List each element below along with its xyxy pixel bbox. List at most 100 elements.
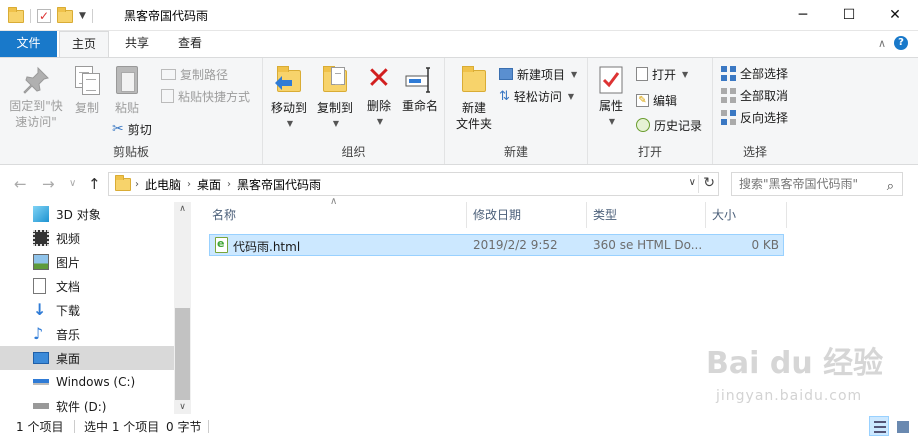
maximize-button[interactable]: ☐ — [826, 0, 872, 30]
breadcrumb-separator-icon[interactable]: › — [187, 179, 191, 190]
clipboard-group: 固定到"快 速访问" 复制 粘贴 复制路径 粘贴快捷方式 ✂ 剪切 剪贴板 — [0, 58, 263, 164]
customize-qat-dropdown-icon[interactable]: ▼ — [79, 11, 86, 21]
rename-button[interactable]: 重命名 — [399, 64, 441, 114]
invert-selection-button[interactable]: 反向选择 — [721, 107, 788, 127]
copy-label: 复制 — [74, 101, 99, 115]
properties-check-icon[interactable]: ✓ — [37, 9, 51, 23]
organize-group-label: 组织 — [341, 145, 366, 159]
title-bar: ✓ ▼ 黑客帝国代码雨 ─ ☐ ✕ — [0, 0, 918, 31]
nav-item-label: 3D 对象 — [56, 207, 101, 222]
copy-path-label: 复制路径 — [180, 67, 229, 82]
tab-share[interactable]: 共享 — [113, 31, 161, 57]
delete-button[interactable]: ✕ 删除 ▼ — [361, 64, 397, 130]
delete-dropdown-icon: ▼ — [376, 117, 384, 126]
new-item-dropdown-icon: ▼ — [571, 69, 578, 79]
select-all-label: 全部选择 — [740, 66, 789, 81]
paste-shortcut-icon — [161, 89, 174, 103]
pin-label-2: 速访问" — [15, 115, 57, 129]
paste-shortcut-button[interactable]: 粘贴快捷方式 — [161, 86, 250, 106]
breadcrumb-this-pc[interactable]: 此电脑 — [145, 176, 181, 193]
new-folder-icon — [458, 64, 490, 98]
scrollbar-thumb[interactable] — [175, 308, 190, 400]
nav-item-label: 视频 — [56, 231, 81, 246]
qat-divider — [30, 9, 31, 23]
nav-item-videos[interactable]: 视频 — [0, 226, 174, 250]
search-box[interactable]: ⌕ — [731, 172, 903, 196]
invert-selection-label: 反向选择 — [740, 110, 789, 125]
tab-file[interactable]: 文件 — [0, 31, 57, 57]
cut-button[interactable]: ✂ 剪切 — [112, 119, 152, 139]
address-row: ← → ∨ ↑ › 此电脑 › 桌面 › 黑客帝国代码雨 ∨ ↻ ⌕ — [0, 166, 918, 202]
move-to-icon — [273, 64, 305, 98]
nav-item-downloads[interactable]: ↓ 下载 — [0, 298, 174, 322]
new-item-button[interactable]: 新建项目 ▼ — [499, 64, 577, 84]
column-type[interactable]: 类型 — [587, 202, 706, 228]
rename-icon — [404, 64, 436, 96]
open-button[interactable]: 打开 ▼ — [636, 64, 688, 84]
up-arrow-icon[interactable]: ↑ — [88, 175, 101, 193]
ribbon: 固定到"快 速访问" 复制 粘贴 复制路径 粘贴快捷方式 ✂ 剪切 剪贴板 移动… — [0, 57, 918, 165]
breadcrumb-current-folder[interactable]: 黑客帝国代码雨 — [237, 176, 321, 193]
scroll-up-chevron-icon[interactable]: ∧ — [174, 204, 191, 214]
search-icon[interactable]: ⌕ — [887, 176, 894, 198]
move-to-button[interactable]: 移动到 ▼ — [267, 64, 311, 132]
pin-icon — [20, 64, 52, 96]
copy-button[interactable]: 复制 — [70, 64, 104, 116]
edit-button[interactable]: ✎ 编辑 — [636, 90, 677, 110]
breadcrumb-separator-icon[interactable]: › — [227, 179, 231, 190]
table-row[interactable]: 代码雨.html 2019/2/2 9:52 360 se HTML Do...… — [209, 234, 784, 256]
minimize-ribbon-chevron-icon[interactable]: ∧ — [878, 37, 886, 50]
nav-item-desktop[interactable]: 桌面 — [0, 346, 174, 370]
breadcrumb-desktop[interactable]: 桌面 — [197, 176, 221, 193]
history-button[interactable]: 历史记录 — [636, 115, 702, 135]
nav-item-3d-objects[interactable]: 3D 对象 — [0, 202, 174, 226]
close-button[interactable]: ✕ — [872, 0, 918, 30]
invert-selection-icon — [721, 109, 736, 125]
recent-locations-chevron-icon[interactable]: ∨ — [69, 178, 76, 189]
minimize-button[interactable]: ─ — [780, 0, 826, 30]
search-input[interactable] — [739, 177, 879, 191]
column-name[interactable]: 名称 — [206, 202, 467, 228]
move-to-dropdown-icon: ▼ — [286, 119, 294, 128]
pin-to-quick-access-button[interactable]: 固定到"快 速访问" — [6, 64, 66, 130]
back-arrow-icon[interactable]: ← — [14, 175, 27, 193]
column-date-modified[interactable]: 修改日期 — [467, 202, 587, 228]
easy-access-dropdown-icon: ▼ — [567, 91, 575, 101]
paste-button[interactable]: 粘贴 — [110, 64, 144, 116]
nav-scrollbar[interactable]: ∧ ∨ — [174, 202, 191, 414]
music-note-icon: ♪ — [33, 324, 44, 343]
edit-pencil-icon: ✎ — [636, 93, 649, 107]
help-icon[interactable]: ? — [894, 36, 908, 50]
select-none-label: 全部取消 — [740, 88, 789, 103]
address-dropdown-icon[interactable]: ∨ — [689, 177, 696, 188]
select-none-button[interactable]: 全部取消 — [721, 85, 788, 105]
tab-view[interactable]: 查看 — [166, 31, 214, 57]
properties-dropdown-icon: ▼ — [608, 117, 616, 126]
nav-item-drive-c[interactable]: Windows (C:) — [0, 370, 174, 394]
details-view-icon[interactable] — [869, 416, 889, 436]
refresh-icon[interactable]: ↻ — [703, 175, 715, 191]
column-size[interactable]: 大小 — [706, 202, 787, 228]
copy-to-button[interactable]: 复制到 ▼ — [313, 64, 357, 132]
new-folder-button[interactable]: 新建 文件夹 — [453, 64, 495, 132]
paste-label: 粘贴 — [114, 101, 139, 115]
nav-item-music[interactable]: ♪ 音乐 — [0, 322, 174, 346]
forward-arrow-icon[interactable]: → — [42, 175, 55, 193]
select-all-button[interactable]: 全部选择 — [721, 63, 788, 83]
scroll-down-chevron-icon[interactable]: ∨ — [174, 402, 191, 412]
large-icons-view-icon[interactable] — [892, 416, 912, 436]
address-bar[interactable]: › 此电脑 › 桌面 › 黑客帝国代码雨 ∨ ↻ — [108, 172, 719, 196]
easy-access-button[interactable]: ⇅ 轻松访问 ▼ — [499, 86, 574, 106]
selected-count: 选中 1 个项目 — [84, 420, 160, 434]
copy-path-button[interactable]: 复制路径 — [161, 64, 228, 84]
html-file-icon — [215, 237, 228, 253]
document-icon — [33, 278, 46, 294]
nav-item-documents[interactable]: 文档 — [0, 274, 174, 298]
properties-button[interactable]: 属性 ▼ — [594, 64, 628, 130]
new-folder-icon[interactable] — [57, 6, 73, 23]
tab-home[interactable]: 主页 — [59, 31, 109, 58]
breadcrumb-separator-icon[interactable]: › — [135, 179, 139, 190]
nav-item-pictures[interactable]: 图片 — [0, 250, 174, 274]
select-all-icon — [721, 65, 736, 81]
file-date: 2019/2/2 9:52 — [473, 238, 558, 252]
